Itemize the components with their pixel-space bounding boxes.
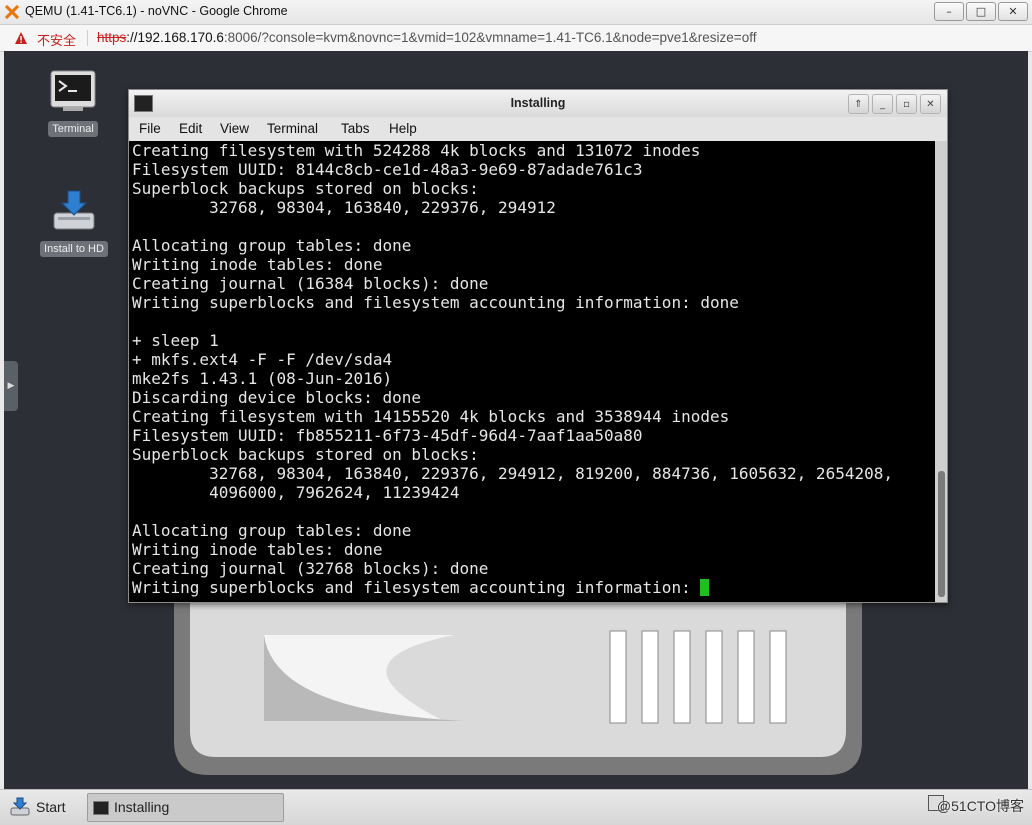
- terminal-line: Creating filesystem with 14155520 4k blo…: [132, 407, 730, 426]
- terminal-line: Discarding device blocks: done: [132, 388, 421, 407]
- terminal-line: mke2fs 1.43.1 (08-Jun-2016): [132, 369, 393, 388]
- terminal-shade-button[interactable]: ⇑: [848, 94, 869, 114]
- terminal-line: 32768, 98304, 163840, 229376, 294912: [132, 198, 556, 217]
- terminal-window[interactable]: Installing ⇑ _ ▫ ✕ File Edit View Termin…: [128, 89, 948, 603]
- terminal-titlebar[interactable]: Installing ⇑ _ ▫ ✕: [129, 90, 947, 117]
- terminal-line: Creating journal (32768 blocks): done: [132, 559, 489, 578]
- terminal-line: 32768, 98304, 163840, 229376, 294912, 81…: [132, 464, 893, 483]
- terminal-lines: Creating filesystem with 524288 4k block…: [129, 141, 935, 597]
- terminal-menubar: File Edit View Terminal Tabs Help: [129, 117, 947, 141]
- url-path: :8006/?console=kvm&novnc=1&vmid=102&vmna…: [223, 30, 757, 45]
- taskbar-item-installing[interactable]: Installing: [87, 793, 284, 822]
- window-controls: – □ ✕: [934, 2, 1028, 21]
- terminal-line: + mkfs.ext4 -F -F /dev/sda4: [132, 350, 393, 369]
- terminal-line: Filesystem UUID: 8144c8cb-ce1d-48a3-9e69…: [132, 160, 643, 179]
- warning-icon[interactable]: [14, 31, 28, 45]
- terminal-line: Superblock backups stored on blocks:: [132, 179, 479, 198]
- terminal-line: Writing superblocks and filesystem accou…: [132, 293, 739, 312]
- url-scheme: https: [97, 30, 127, 45]
- desktop-icon-install-hd[interactable]: Install to HD: [32, 187, 116, 257]
- terminal-line: Creating filesystem with 524288 4k block…: [132, 141, 701, 160]
- terminal-line: Allocating group tables: done: [132, 236, 412, 255]
- vnc-desktop[interactable]: Terminal Install to HD ▶ Installing ⇑ _ …: [4, 51, 1028, 789]
- terminal-window-controls: ⇑ _ ▫ ✕: [848, 94, 941, 114]
- terminal-line: 4096000, 7962624, 11239424: [132, 483, 460, 502]
- menu-view[interactable]: View: [220, 121, 249, 136]
- security-label[interactable]: 不安全: [37, 30, 76, 49]
- terminal-line: Filesystem UUID: fb855211-6f73-45df-96d4…: [132, 426, 643, 445]
- terminal-line: Writing inode tables: done: [132, 255, 383, 274]
- menu-terminal[interactable]: Terminal: [267, 121, 318, 136]
- browser-titlebar: QEMU (1.41-TC6.1) - noVNC - Google Chrom…: [0, 0, 1032, 25]
- desktop-icon-terminal[interactable]: Terminal: [42, 69, 104, 137]
- terminal-line: + sleep 1: [132, 331, 219, 350]
- url-text[interactable]: https://192.168.170.6:8006/?console=kvm&…: [97, 30, 756, 45]
- address-separator: [87, 30, 88, 46]
- terminal-icon: [50, 70, 96, 111]
- window-title: QEMU (1.41-TC6.1) - noVNC - Google Chrom…: [25, 4, 288, 18]
- start-button[interactable]: Start: [10, 795, 66, 819]
- terminal-line: Writing inode tables: done: [132, 540, 383, 559]
- terminal-title: Installing: [510, 96, 566, 110]
- novnc-sidebar-handle[interactable]: ▶: [4, 361, 18, 411]
- terminal-task-icon: [93, 801, 109, 815]
- terminal-maximize-button[interactable]: ▫: [896, 94, 917, 114]
- menu-tabs[interactable]: Tabs: [341, 121, 370, 136]
- terminal-output[interactable]: Creating filesystem with 524288 4k block…: [129, 141, 935, 602]
- url-host: ://192.168.170.6: [126, 30, 224, 45]
- terminal-scrollbar[interactable]: [935, 141, 947, 602]
- watermark: @51CTO博客: [936, 798, 1024, 814]
- maximize-button[interactable]: □: [966, 2, 996, 21]
- terminal-icon-label: Terminal: [48, 121, 98, 137]
- close-button[interactable]: ✕: [998, 2, 1028, 21]
- menu-edit[interactable]: Edit: [179, 121, 202, 136]
- taskbar: Start Installing @51CTO博客: [0, 789, 1032, 825]
- address-bar[interactable]: 不安全 https://192.168.170.6:8006/?console=…: [0, 25, 1032, 52]
- install-hd-icon-label: Install to HD: [40, 241, 108, 257]
- terminal-close-button[interactable]: ✕: [920, 94, 941, 114]
- terminal-minimize-button[interactable]: _: [872, 94, 893, 114]
- qemu-app-icon: [5, 5, 19, 19]
- terminal-cursor: [700, 579, 710, 596]
- scrollbar-thumb[interactable]: [938, 471, 945, 597]
- terminal-line: Superblock backups stored on blocks:: [132, 445, 479, 464]
- terminal-line: Allocating group tables: done: [132, 521, 412, 540]
- wallpaper-hdd-graphic: [174, 591, 862, 775]
- terminal-line-text: Writing superblocks and filesystem accou…: [132, 578, 701, 597]
- install-hd-icon: [53, 190, 95, 230]
- menu-help[interactable]: Help: [389, 121, 417, 136]
- start-label: Start: [36, 799, 66, 815]
- terminal-line: Writing superblocks and filesystem accou…: [132, 578, 935, 597]
- start-icon: [10, 797, 30, 816]
- menu-file[interactable]: File: [139, 121, 161, 136]
- minimize-button[interactable]: –: [934, 2, 964, 21]
- terminal-line: Creating journal (16384 blocks): done: [132, 274, 489, 293]
- taskbar-item-label: Installing: [114, 799, 170, 815]
